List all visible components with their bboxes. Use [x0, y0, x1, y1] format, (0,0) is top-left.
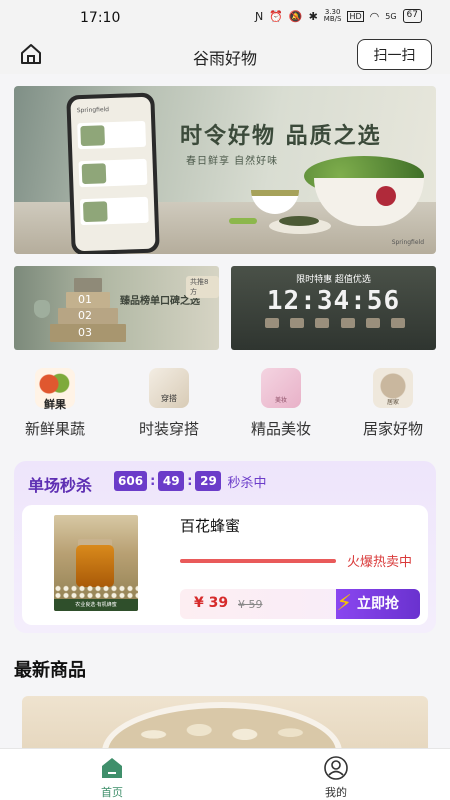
- top-navbar: 谷雨好物 扫一扫: [0, 38, 450, 74]
- cosmetics-icon: 美妆: [261, 368, 301, 408]
- status-icons: Ɲ ⏰ 🔕 ✱ 3.30 MB/S HD ◠ 5G 67: [255, 9, 422, 23]
- countdown-minutes: 49: [158, 471, 185, 491]
- category-label: 居家好物: [362, 420, 423, 438]
- hd-badge: HD: [347, 10, 364, 22]
- category-label: 时装穿搭: [138, 420, 199, 438]
- flash-sale-section: 单场秒杀 606 : 49 : 29 秒杀中 农业良选·有机蜂蜜 百花蜂蜜 火爆…: [14, 461, 436, 633]
- lightning-icon: ⚡: [336, 591, 352, 616]
- home-icon: [102, 758, 122, 778]
- product-image[interactable]: 农业良选·有机蜂蜜: [54, 515, 138, 611]
- banner-title: 时令好物 品质之选: [180, 123, 382, 149]
- banner-brand-mark: Springfield: [391, 239, 424, 246]
- category-fresh-produce[interactable]: 鲜果 新鲜果蔬: [0, 368, 110, 439]
- flash-sale-product-card[interactable]: 农业良选·有机蜂蜜 百花蜂蜜 火爆热卖中 ¥ 39 ¥ 59 立即抢 ⚡: [22, 505, 428, 625]
- sales-progress-fill: [180, 559, 336, 563]
- vase-illustration: [34, 300, 50, 318]
- hot-sale-label: 火爆热卖中: [347, 555, 413, 570]
- battery-icon: 67: [402, 9, 422, 23]
- category-beauty[interactable]: 美妆 精品美妆: [226, 368, 336, 439]
- clothing-icon: 穿搭: [149, 368, 189, 408]
- product-image-caption: 农业良选·有机蜂蜜: [54, 599, 138, 611]
- signal-indicator: 5G: [385, 11, 397, 21]
- nfc-icon: Ɲ: [254, 9, 264, 23]
- category-grid: 鲜果 新鲜果蔬 穿搭 时装穿搭 美妆 精品美妆 居家 居家好物: [0, 368, 450, 443]
- price-bar: ¥ 39 ¥ 59 立即抢 ⚡: [180, 589, 420, 619]
- category-fashion[interactable]: 穿搭 时装穿搭: [114, 368, 224, 439]
- tab-mine-label: 我的: [325, 786, 347, 799]
- flash-sale-products: [265, 318, 405, 332]
- category-label: 精品美妆: [250, 420, 311, 438]
- flash-sale-clock: 12:34:56: [266, 286, 401, 316]
- ranking-banner[interactable]: 01 02 03 臻品榜单口碑之选 共推8方: [14, 266, 219, 350]
- product-name[interactable]: 百花蜂蜜: [180, 515, 240, 536]
- honey-jar-illustration: [76, 545, 114, 587]
- tab-home[interactable]: 首页: [72, 755, 152, 800]
- flash-sale-title: 单场秒杀: [28, 476, 93, 495]
- category-home-goods[interactable]: 居家 居家好物: [338, 368, 448, 439]
- product-card[interactable]: [22, 696, 428, 756]
- sale-price: ¥ 39: [194, 595, 229, 611]
- flash-sale-tag: 限时特惠 超值优选: [296, 275, 371, 285]
- alarm-icon: ⏰: [269, 9, 283, 23]
- status-bar: 17:10 Ɲ ⏰ 🔕 ✱ 3.30 MB/S HD ◠ 5G 67: [0, 0, 450, 38]
- countdown-seconds: 29: [195, 471, 222, 491]
- banner-phone-illustration: Springfield: [66, 92, 160, 254]
- home-goods-icon: 居家: [373, 368, 413, 408]
- scan-button[interactable]: 扫一扫: [357, 39, 432, 70]
- fruit-basket-icon: 鲜果: [35, 368, 75, 411]
- countdown-timer: 606 : 49 : 29 秒杀中: [114, 471, 266, 491]
- bottom-tab-bar: 首页 我的: [0, 748, 450, 800]
- tab-mine[interactable]: 我的: [296, 755, 376, 800]
- tab-home-label: 首页: [101, 786, 123, 799]
- status-time: 17:10: [80, 10, 121, 26]
- countdown-hours: 606: [114, 471, 148, 491]
- hero-banner[interactable]: Springfield 时令好物 品质之选 春日鲜享 自然好味 Springfi…: [14, 86, 436, 254]
- sales-progress-bar: [180, 559, 336, 563]
- mute-icon: 🔕: [288, 9, 303, 23]
- flash-sale-banner[interactable]: 限时特惠 超值优选 12:34:56: [231, 266, 436, 350]
- banner-subtitle: 春日鲜享 自然好味: [186, 156, 279, 167]
- latest-products-title: 最新商品: [14, 660, 86, 681]
- flash-sale-status: 秒杀中: [227, 475, 267, 491]
- wifi-icon: ◠: [369, 9, 380, 23]
- user-icon: [324, 756, 348, 780]
- ranking-badge: 共推8方: [186, 276, 219, 298]
- bluetooth-icon: ✱: [308, 9, 318, 23]
- category-label: 新鲜果蔬: [24, 420, 85, 438]
- network-speed: 3.30 MB/S: [323, 8, 342, 23]
- original-price: ¥ 59: [238, 598, 263, 611]
